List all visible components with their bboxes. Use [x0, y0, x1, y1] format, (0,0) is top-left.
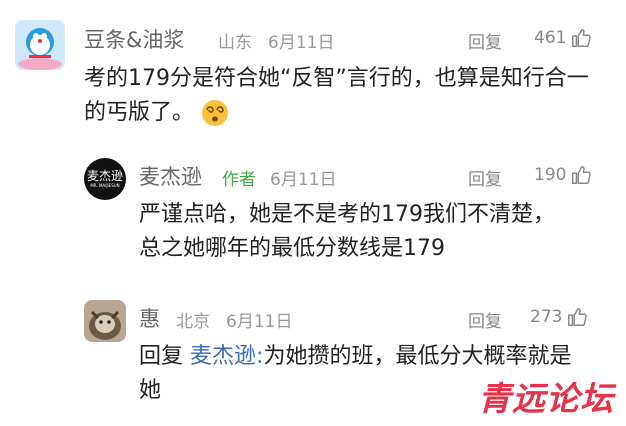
reply-prefix: 回复: [139, 344, 184, 369]
avatar-text: 麦杰逊: [86, 169, 123, 183]
mention-link[interactable]: 麦杰逊:: [190, 344, 263, 369]
comment-location: 山东: [218, 33, 252, 53]
like-button[interactable]: 273: [530, 306, 588, 328]
like-button[interactable]: 461: [534, 27, 592, 49]
avatar-commenter-1[interactable]: [15, 20, 65, 70]
avatar-commenter-3[interactable]: [84, 300, 126, 342]
comment-location: 北京: [176, 312, 210, 332]
commenter-name[interactable]: 豆条&油浆: [84, 24, 184, 54]
comment-body: 严谨点哈，她是不是考的179我们不清楚，总之她哪年的最低分数线是179: [139, 202, 555, 261]
author-badge: 作者: [222, 170, 256, 190]
avatar-subtext: MR. MAIJIESUN: [90, 183, 120, 188]
doraemon-avatar-icon: [15, 20, 65, 70]
avatar-author[interactable]: 麦杰逊 MR. MAIJIESUN: [84, 158, 126, 200]
like-count: 273: [530, 307, 563, 327]
comment-date: 6月11日: [268, 33, 335, 53]
reply-button[interactable]: 回复: [468, 307, 502, 332]
like-count: 461: [534, 28, 567, 48]
like-button[interactable]: 190: [534, 164, 592, 186]
reply-button[interactable]: 回复: [468, 165, 502, 190]
comment-body: 考的179分是符合她“反智”言行的，也算是知行合一的丐版了。: [84, 66, 589, 126]
commenter-name[interactable]: 惠: [139, 303, 160, 333]
dizzy-face-emoji: [202, 100, 229, 126]
comment-date: 6月11日: [270, 170, 337, 190]
thumbs-up-icon: [572, 29, 592, 47]
cat-avatar-icon: [84, 300, 126, 342]
thumbs-up-icon: [572, 166, 592, 184]
comment-date: 6月11日: [226, 312, 293, 332]
watermark-logo: 青远论坛: [478, 379, 614, 418]
commenter-name[interactable]: 麦杰逊: [139, 161, 202, 191]
like-count: 190: [534, 165, 567, 185]
reply-button[interactable]: 回复: [468, 28, 502, 53]
thumbs-up-icon: [568, 308, 588, 326]
